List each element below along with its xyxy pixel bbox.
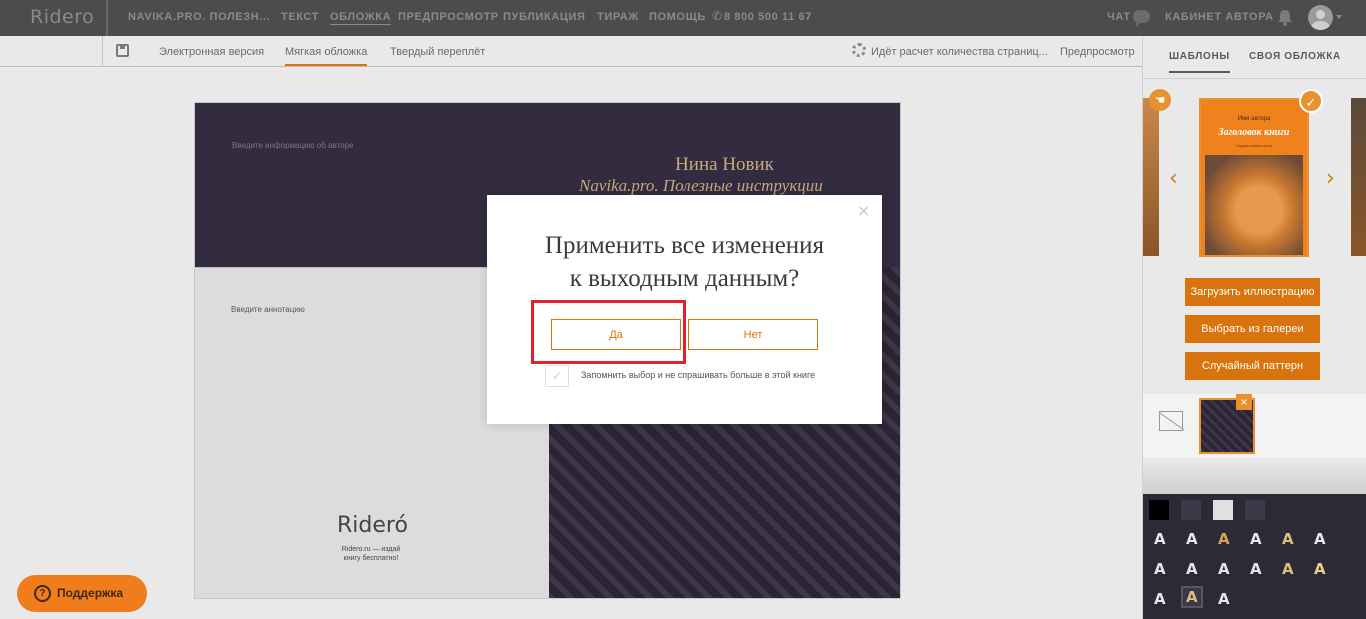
font-option[interactable]: A [1186,560,1198,578]
chevron-down-icon[interactable] [1336,15,1342,19]
close-icon[interactable]: × [857,201,870,220]
tab-ebook[interactable]: Электронная версия [159,46,264,58]
apply-changes-dialog: × Применить все изменения к выходным дан… [487,195,882,424]
font-option[interactable]: A [1154,590,1166,608]
carousel-next-icon[interactable]: › [1326,166,1335,191]
book-title-nav[interactable]: NAVIKA.PRO. ПОЛЕЗН... [128,11,270,23]
template-cat-image [1205,155,1303,255]
nav-cover[interactable]: ОБЛОЖКА [330,11,392,25]
template-card[interactable]: Имя автора Заголовок книги Подзаголовок … [1199,98,1309,257]
logo-divider [106,0,108,36]
cover-subtoolbar: Электронная версия Мягкая обложка Тверды… [0,36,1142,67]
nav-publication[interactable]: ПУБЛИКАЦИЯ [503,11,586,23]
question-icon: ? [34,585,51,602]
template-subtitle: Подзаголовок книги [1235,143,1273,148]
preview-link[interactable]: Предпросмотр [1060,46,1135,58]
hand-pointer-icon: ☚ [1149,89,1171,111]
no-button[interactable]: Нет [688,319,818,350]
font-option[interactable]: A [1154,560,1166,578]
check-icon: ✓ [1299,89,1323,113]
page-count-status: Идёт расчет количества страниц... [871,46,1048,58]
highlight-box [531,300,686,364]
support-label: Поддержка [57,586,124,600]
swatch-dark[interactable] [1181,500,1201,520]
loading-spinner-icon [852,43,866,57]
nav-print-run[interactable]: ТИРАЖ [597,11,639,23]
dialog-title: Применить все изменения к выходным данны… [487,229,882,295]
chat-link[interactable]: ЧАТ [1107,11,1131,23]
close-icon[interactable]: × [1236,394,1252,410]
font-option[interactable]: A [1250,560,1262,578]
choose-from-gallery-button[interactable]: Выбрать из галереи [1185,315,1320,343]
font-option[interactable]: A [1282,560,1294,578]
template-next-preview[interactable] [1351,98,1366,256]
font-option[interactable]: A [1218,530,1230,548]
color-font-palette: A A A A A A A A A A A A A A A [1143,494,1366,619]
support-button[interactable]: ? Поддержка [17,575,147,612]
font-option[interactable]: A [1218,560,1230,578]
font-option-selected[interactable]: A [1181,586,1203,608]
user-avatar[interactable] [1308,5,1333,30]
tab-own-cover[interactable]: СВОЯ ОБЛОЖКА [1249,51,1341,62]
background-thumbnails: × [1143,394,1366,458]
nav-preview[interactable]: ПРЕДПРОСМОТР [398,11,499,23]
swatch-light[interactable] [1213,500,1233,520]
remember-checkbox[interactable]: ✓ [545,365,569,387]
bell-icon[interactable] [1277,9,1293,26]
nav-help[interactable]: ПОМОЩЬ [649,11,706,23]
swatch-black[interactable] [1149,500,1169,520]
carousel-prev-icon[interactable]: ‹ [1169,166,1178,191]
font-option[interactable]: A [1282,530,1294,548]
template-prev-preview[interactable] [1143,98,1159,256]
remember-label: Запомнить выбор и не спрашивать больше в… [581,370,816,380]
phone-number[interactable]: 8 800 500 11 67 [724,11,812,23]
font-option[interactable]: A [1314,560,1326,578]
swatch-dark-2[interactable] [1245,500,1265,520]
font-option[interactable]: A [1154,530,1166,548]
save-icon[interactable] [116,44,129,57]
ridero-logo[interactable]: Ridero [30,6,94,28]
template-title: Заголовок книги [1218,127,1290,138]
font-option[interactable]: A [1186,530,1198,548]
dialog-title-line2: к выходным данным? [569,265,800,292]
dialog-title-line1: Применить все изменения [544,232,825,259]
author-cabinet-link[interactable]: КАБИНЕТ АВТОРА [1165,11,1274,23]
template-author: Имя автора [1237,116,1271,122]
right-panel: ШАБЛОНЫ СВОЯ ОБЛОЖКА ☚ ‹ › Имя автора За… [1142,36,1366,619]
tab-softcover[interactable]: Мягкая обложка [285,46,368,66]
top-bar: Ridero NAVIKA.PRO. ПОЛЕЗН... ТЕКСТ ОБЛОЖ… [0,0,1366,36]
chat-icon[interactable] [1133,10,1150,27]
font-option[interactable]: A [1218,590,1230,608]
panel-shade [1143,458,1366,494]
nav-text[interactable]: ТЕКСТ [281,11,319,23]
no-image-icon[interactable] [1159,411,1183,431]
phone-icon: ✆ [712,9,723,23]
random-pattern-button[interactable]: Случайный паттерн [1185,352,1320,380]
upload-illustration-button[interactable]: Загрузить иллюстрацию [1185,278,1320,306]
tabs-divider [1143,78,1366,79]
font-option[interactable]: A [1250,530,1262,548]
tab-templates[interactable]: ШАБЛОНЫ [1169,51,1230,73]
subbar-divider [102,36,103,67]
tab-hardcover[interactable]: Твердый переплёт [390,46,485,58]
font-option[interactable]: A [1314,530,1326,548]
